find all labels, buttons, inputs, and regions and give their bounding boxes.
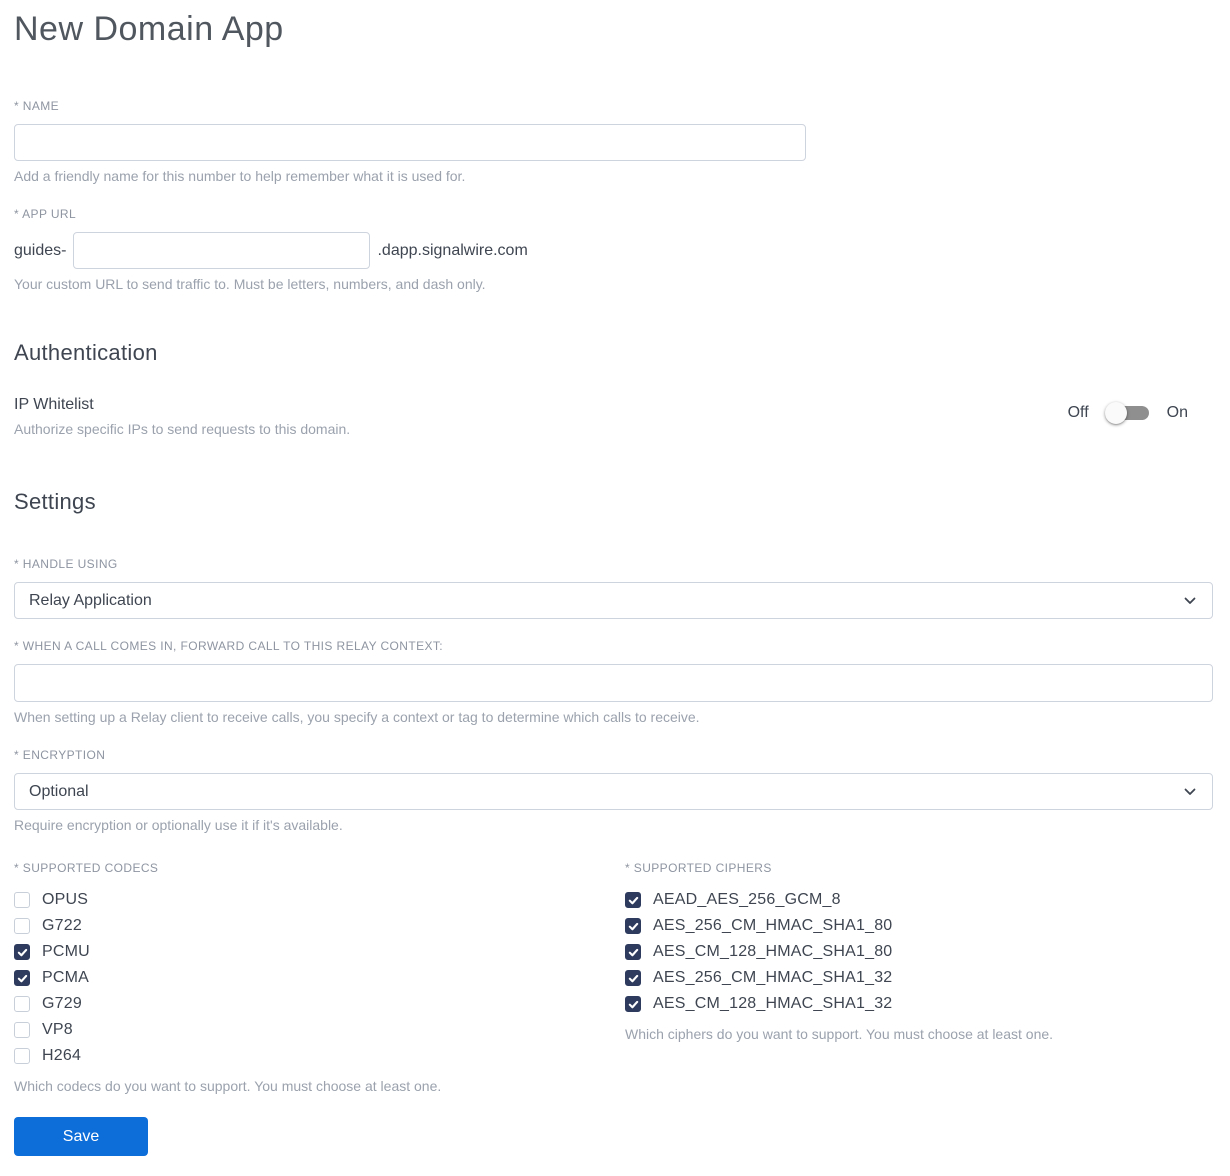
- encryption-helper: Require encryption or optionally use it …: [14, 817, 343, 833]
- name-field-group: * NAME Add a friendly name for this numb…: [14, 99, 1213, 184]
- ip-whitelist-toggle-control: Off On: [1068, 396, 1213, 425]
- handle-using-label: * HANDLE USING: [14, 557, 118, 571]
- checkbox-checked-icon[interactable]: [625, 996, 641, 1012]
- toggle-knob-icon: [1104, 402, 1127, 424]
- save-button[interactable]: Save: [14, 1117, 148, 1156]
- supported-ciphers-label: * SUPPORTED CIPHERS: [625, 861, 772, 875]
- handle-using-group: * HANDLE USING Relay Application: [14, 557, 1213, 619]
- checkbox-checked-icon[interactable]: [625, 918, 641, 934]
- checkbox-unchecked-icon[interactable]: [14, 996, 30, 1012]
- handle-using-select[interactable]: Relay Application: [14, 582, 1213, 619]
- checkbox-label: PCMA: [42, 969, 90, 986]
- app-url-prefix: guides-: [14, 241, 67, 259]
- checkbox-label: G729: [42, 995, 82, 1012]
- cipher-checklist: AEAD_AES_256_GCM_8 AES_256_CM_HMAC_SHA1_8…: [625, 887, 1213, 1017]
- ip-whitelist-label: IP Whitelist: [14, 396, 94, 413]
- page-title: New Domain App: [14, 10, 284, 48]
- settings-heading: Settings: [14, 489, 96, 514]
- checkbox-row-aes-cm-128-hmac-sha1-80[interactable]: AES_CM_128_HMAC_SHA1_80: [625, 939, 1213, 965]
- supported-codecs-group: * SUPPORTED CODECS OPUS G722 PCMU PCMA G729 V…: [14, 861, 625, 1094]
- app-url-suffix: .dapp.signalwire.com: [377, 241, 528, 259]
- supported-codecs-label: * SUPPORTED CODECS: [14, 861, 159, 875]
- name-input[interactable]: [14, 124, 806, 161]
- codec-cipher-columns: * SUPPORTED CODECS OPUS G722 PCMU PCMA G729 V…: [14, 861, 1213, 1094]
- ip-whitelist-section: IP Whitelist Authorize specific IPs to s…: [14, 396, 1213, 437]
- toggle-on-label: On: [1166, 404, 1188, 421]
- checkbox-row-aes-cm-128-hmac-sha1-32[interactable]: AES_CM_128_HMAC_SHA1_32: [625, 991, 1213, 1017]
- encryption-select[interactable]: Optional: [14, 773, 1213, 810]
- toggle-off-label: Off: [1067, 404, 1089, 421]
- encryption-label: * ENCRYPTION: [14, 748, 106, 762]
- checkbox-row-g722[interactable]: G722: [14, 913, 625, 939]
- checkbox-label: AEAD_AES_256_GCM_8: [653, 891, 841, 908]
- checkbox-label: AES_256_CM_HMAC_SHA1_32: [653, 969, 893, 986]
- checkbox-row-pcma[interactable]: PCMA: [14, 965, 625, 991]
- checkbox-label: G722: [42, 917, 82, 934]
- checkbox-label: AES_CM_128_HMAC_SHA1_32: [653, 995, 893, 1012]
- encryption-group: * ENCRYPTION Optional Require encryption…: [14, 748, 1213, 833]
- ip-whitelist-helper: Authorize specific IPs to send requests …: [14, 421, 351, 437]
- checkbox-checked-icon[interactable]: [625, 944, 641, 960]
- checkbox-row-aead-aes-256-gcm-8[interactable]: AEAD_AES_256_GCM_8: [625, 887, 1213, 913]
- name-helper: Add a friendly name for this number to h…: [14, 168, 466, 184]
- authentication-heading: Authentication: [14, 340, 158, 365]
- ciphers-helper: Which ciphers do you want to support. Yo…: [625, 1026, 1054, 1042]
- app-url-field-group: * APP URL guides- .dapp.signalwire.com Y…: [14, 207, 1213, 292]
- app-url-row: guides- .dapp.signalwire.com: [14, 232, 1213, 269]
- checkbox-label: OPUS: [42, 891, 89, 908]
- checkbox-row-aes-256-cm-hmac-sha1-32[interactable]: AES_256_CM_HMAC_SHA1_32: [625, 965, 1213, 991]
- codecs-helper: Which codecs do you want to support. You…: [14, 1078, 442, 1094]
- relay-context-group: * WHEN A CALL COMES IN, FORWARD CALL TO …: [14, 639, 1213, 725]
- chevron-down-icon: [1182, 784, 1198, 805]
- handle-using-selected-value: Relay Application: [29, 591, 152, 609]
- checkbox-unchecked-icon[interactable]: [14, 918, 30, 934]
- checkbox-label: AES_CM_128_HMAC_SHA1_80: [653, 943, 893, 960]
- app-url-helper: Your custom URL to send traffic to. Must…: [14, 276, 486, 292]
- checkbox-checked-icon[interactable]: [625, 892, 641, 908]
- checkbox-checked-icon[interactable]: [625, 970, 641, 986]
- ip-whitelist-info: IP Whitelist Authorize specific IPs to s…: [14, 396, 350, 437]
- checkbox-label: PCMU: [42, 943, 90, 960]
- checkbox-unchecked-icon[interactable]: [14, 1022, 30, 1038]
- checkbox-checked-icon[interactable]: [14, 944, 30, 960]
- checkbox-label: H264: [42, 1047, 82, 1064]
- name-label: * NAME: [14, 99, 60, 113]
- checkbox-row-vp8[interactable]: VP8: [14, 1017, 625, 1043]
- checkbox-unchecked-icon[interactable]: [14, 1048, 30, 1064]
- codec-checklist: OPUS G722 PCMU PCMA G729 VP8 H264: [14, 887, 625, 1069]
- chevron-down-icon: [1182, 593, 1198, 614]
- encryption-selected-value: Optional: [29, 782, 89, 800]
- checkbox-checked-icon[interactable]: [14, 970, 30, 986]
- supported-ciphers-group: * SUPPORTED CIPHERS AEAD_AES_256_GCM_8 AE…: [625, 861, 1213, 1094]
- ip-whitelist-toggle[interactable]: [1104, 401, 1151, 425]
- app-url-label: * APP URL: [14, 207, 77, 221]
- checkbox-label: AES_256_CM_HMAC_SHA1_80: [653, 917, 893, 934]
- app-url-input[interactable]: [73, 232, 371, 269]
- checkbox-row-h264[interactable]: H264: [14, 1043, 625, 1069]
- checkbox-row-g729[interactable]: G729: [14, 991, 625, 1017]
- checkbox-unchecked-icon[interactable]: [14, 892, 30, 908]
- checkbox-row-opus[interactable]: OPUS: [14, 887, 625, 913]
- checkbox-label: VP8: [42, 1021, 73, 1038]
- checkbox-row-aes-256-cm-hmac-sha1-80[interactable]: AES_256_CM_HMAC_SHA1_80: [625, 913, 1213, 939]
- relay-context-helper: When setting up a Relay client to receiv…: [14, 709, 700, 725]
- relay-context-input[interactable]: [14, 664, 1213, 702]
- checkbox-row-pcmu[interactable]: PCMU: [14, 939, 625, 965]
- relay-context-label: * WHEN A CALL COMES IN, FORWARD CALL TO …: [14, 639, 444, 653]
